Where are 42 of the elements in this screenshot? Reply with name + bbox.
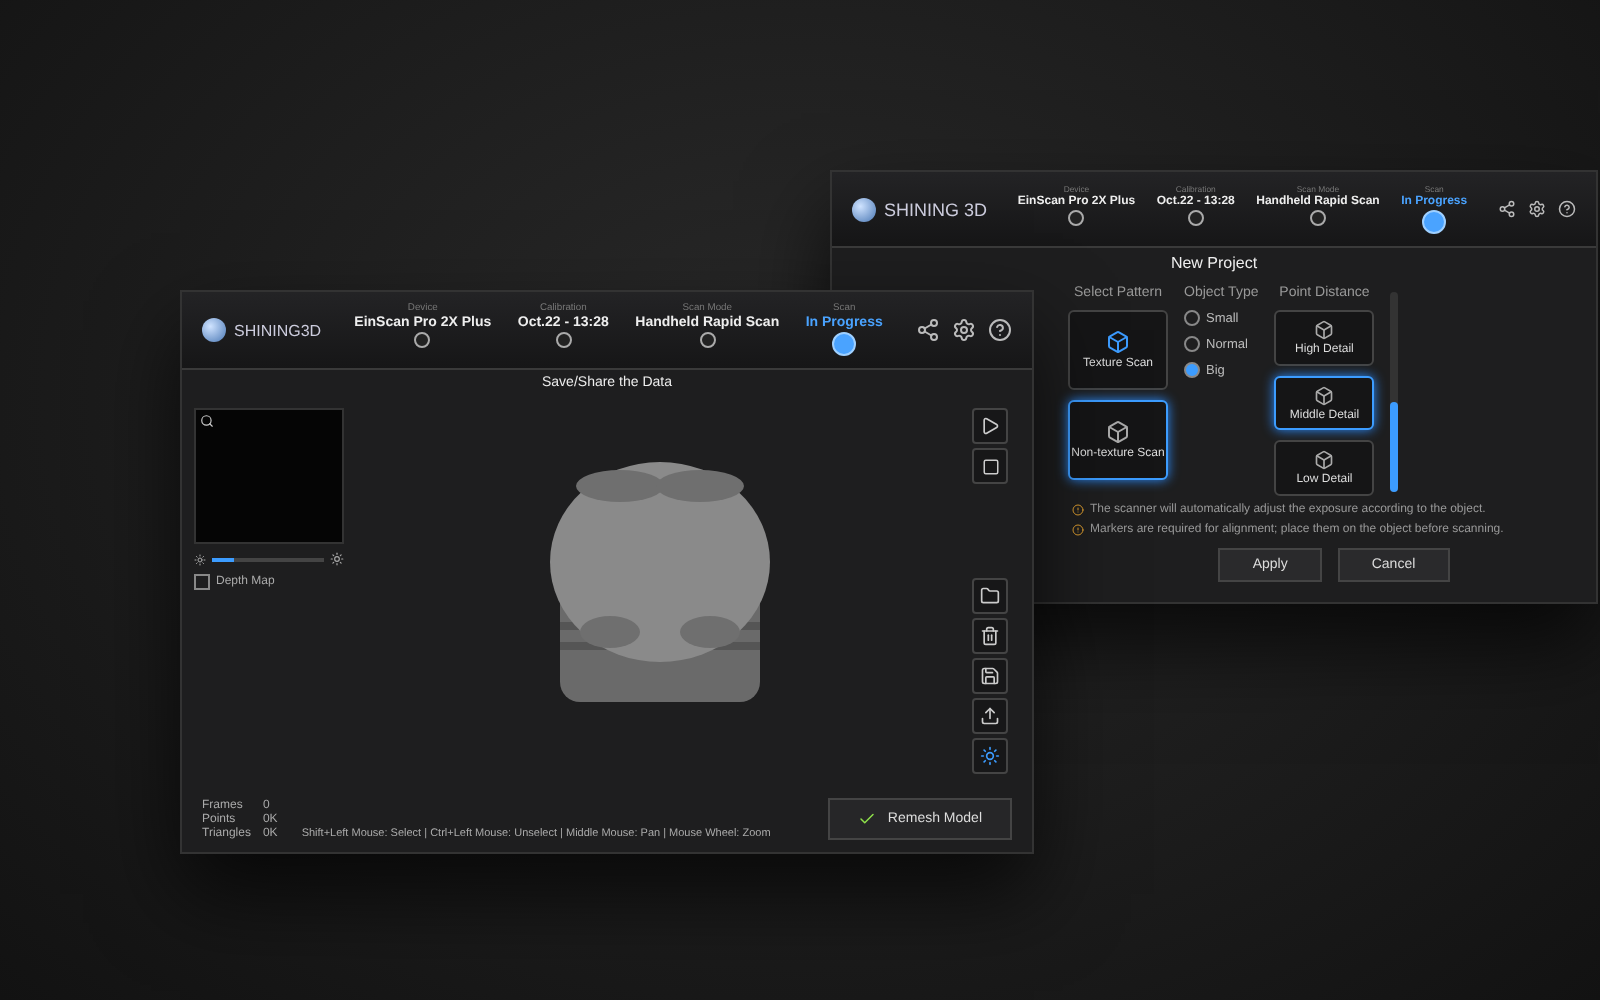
save-button[interactable] (972, 658, 1008, 694)
step-dot[interactable] (555, 332, 572, 348)
dialog-title: New Project (1168, 252, 1260, 276)
upload-icon (980, 706, 1000, 726)
folder-icon (980, 586, 1000, 606)
settings-icon[interactable] (952, 318, 976, 342)
step-dot[interactable] (1068, 210, 1085, 226)
step-dot[interactable] (414, 332, 431, 348)
share-icon[interactable] (1498, 200, 1516, 218)
cube-icon (1106, 420, 1130, 444)
warning-icon (1072, 524, 1084, 536)
stop-icon (981, 457, 999, 475)
step-dot[interactable] (1187, 210, 1204, 226)
step-dot[interactable] (1422, 210, 1447, 234)
warning-icon (1072, 504, 1084, 516)
check-icon (857, 810, 876, 828)
cube-icon (1106, 330, 1130, 354)
cube-icon (1314, 450, 1335, 471)
stop-button[interactable] (972, 448, 1008, 484)
checkbox[interactable] (194, 574, 210, 590)
cube-icon (1314, 319, 1335, 340)
play-button[interactable] (972, 408, 1008, 444)
app-logo: SHINING 3D (852, 197, 988, 221)
help-icon[interactable] (1558, 200, 1576, 218)
export-button[interactable] (972, 698, 1008, 734)
save-icon (980, 666, 1000, 686)
slider-track[interactable] (1390, 291, 1399, 491)
step-dot[interactable] (1309, 210, 1326, 226)
brightness-icon (330, 552, 344, 566)
step-dot[interactable] (699, 332, 716, 348)
settings-icon[interactable] (1528, 200, 1546, 218)
cube-icon (1314, 385, 1335, 405)
trash-icon (980, 626, 1000, 646)
zoom-icon[interactable] (200, 414, 214, 428)
brightness-icon (194, 553, 206, 565)
play-icon (980, 416, 1000, 436)
app-logo: SHINING3D (202, 318, 322, 342)
share-icon[interactable] (916, 318, 940, 342)
folder-button[interactable] (972, 578, 1008, 614)
step-dot[interactable] (832, 332, 857, 356)
help-icon[interactable] (988, 318, 1012, 342)
delete-button[interactable] (972, 618, 1008, 654)
